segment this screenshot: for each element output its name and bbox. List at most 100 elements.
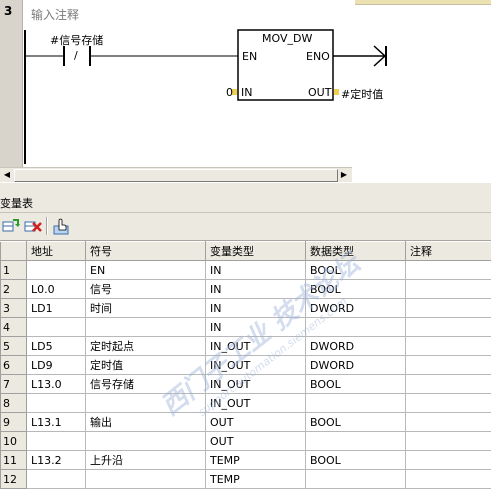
column-header-var-type[interactable]: 变量类型 <box>205 241 306 261</box>
cell-var-type[interactable]: OUT <box>205 431 306 451</box>
delete-row-icon[interactable] <box>24 217 42 235</box>
cell-comment[interactable] <box>405 412 491 432</box>
cell-comment[interactable] <box>405 279 491 299</box>
cell-var-type[interactable]: IN <box>205 298 306 318</box>
cell-comment[interactable] <box>405 469 491 489</box>
cell-comment[interactable] <box>405 260 491 280</box>
cell-symbol[interactable]: 上升沿 <box>85 450 206 470</box>
cell-symbol[interactable]: EN <box>85 260 206 280</box>
column-header-address[interactable]: 地址 <box>26 241 86 261</box>
table-row[interactable]: 6 LD9 定时值 IN_OUT DWORD <box>0 355 491 375</box>
ladder-network-editor[interactable]: 3 输入注释 #信号存储 / MOV_DW EN ENO IN OUT 0 #定… <box>0 0 491 182</box>
cell-symbol[interactable]: 输出 <box>85 412 206 432</box>
cell-symbol[interactable] <box>85 469 206 489</box>
cell-address[interactable] <box>26 317 86 337</box>
scrollbar-thumb[interactable] <box>14 169 338 182</box>
cell-var-type[interactable]: IN <box>205 317 306 337</box>
cell-symbol[interactable]: 定时起点 <box>85 336 206 356</box>
cell-address[interactable] <box>26 393 86 413</box>
cell-comment[interactable] <box>405 298 491 318</box>
cell-address[interactable]: L0.0 <box>26 279 86 299</box>
cell-var-type[interactable]: IN_OUT <box>205 393 306 413</box>
cell-data-type[interactable] <box>305 469 406 489</box>
row-number[interactable]: 4 <box>0 317 27 337</box>
scroll-right-icon[interactable]: ▶ <box>338 169 350 181</box>
cell-symbol[interactable] <box>85 317 206 337</box>
row-number[interactable]: 2 <box>0 279 27 299</box>
table-row[interactable]: 5 LD5 定时起点 IN_OUT DWORD <box>0 336 491 356</box>
cell-address[interactable]: LD1 <box>26 298 86 318</box>
cell-address[interactable] <box>26 431 86 451</box>
table-row[interactable]: 11 L13.2 上升沿 TEMP BOOL <box>0 450 491 470</box>
table-row[interactable]: 2 L0.0 信号 IN BOOL <box>0 279 491 299</box>
table-row[interactable]: 12 TEMP <box>0 469 491 489</box>
cell-symbol[interactable] <box>85 431 206 451</box>
in-operand[interactable]: 0 <box>226 86 233 99</box>
cell-var-type[interactable]: IN <box>205 260 306 280</box>
cell-var-type[interactable]: TEMP <box>205 469 306 489</box>
cell-data-type[interactable]: BOOL <box>305 374 406 394</box>
row-number[interactable]: 5 <box>0 336 27 356</box>
column-header-symbol[interactable]: 符号 <box>85 241 206 261</box>
cell-symbol[interactable] <box>85 393 206 413</box>
cell-address[interactable]: L13.2 <box>26 450 86 470</box>
cell-data-type[interactable] <box>305 393 406 413</box>
cell-symbol[interactable]: 信号 <box>85 279 206 299</box>
cell-data-type[interactable]: DWORD <box>305 336 406 356</box>
cell-var-type[interactable]: OUT <box>205 412 306 432</box>
cell-data-type[interactable] <box>305 317 406 337</box>
table-row[interactable]: 7 L13.0 信号存储 IN_OUT BOOL <box>0 374 491 394</box>
cell-address[interactable]: L13.0 <box>26 374 86 394</box>
contact-variable[interactable]: #信号存储 <box>50 32 103 48</box>
help-hand-icon[interactable] <box>52 217 70 235</box>
table-row[interactable]: 3 LD1 时间 IN DWORD <box>0 298 491 318</box>
cell-symbol[interactable]: 信号存储 <box>85 374 206 394</box>
cell-var-type[interactable]: IN_OUT <box>205 374 306 394</box>
row-number[interactable]: 7 <box>0 374 27 394</box>
cell-comment[interactable] <box>405 336 491 356</box>
cell-comment[interactable] <box>405 374 491 394</box>
cell-data-type[interactable]: BOOL <box>305 260 406 280</box>
row-number[interactable]: 6 <box>0 355 27 375</box>
row-number[interactable]: 8 <box>0 393 27 413</box>
column-header-comment[interactable]: 注释 <box>405 241 491 261</box>
cell-var-type[interactable]: IN_OUT <box>205 336 306 356</box>
cell-symbol[interactable]: 时间 <box>85 298 206 318</box>
cell-data-type[interactable]: DWORD <box>305 355 406 375</box>
row-number[interactable]: 9 <box>0 412 27 432</box>
cell-comment[interactable] <box>405 431 491 451</box>
table-row[interactable]: 1 EN IN BOOL <box>0 260 491 280</box>
column-header-data-type[interactable]: 数据类型 <box>305 241 406 261</box>
horizontal-scrollbar[interactable]: ◀ ▶ <box>0 167 352 182</box>
cell-address[interactable] <box>26 469 86 489</box>
insert-row-icon[interactable] <box>2 217 20 235</box>
cell-comment[interactable] <box>405 393 491 413</box>
cell-comment[interactable] <box>405 355 491 375</box>
cell-var-type[interactable]: IN <box>205 279 306 299</box>
cell-var-type[interactable]: TEMP <box>205 450 306 470</box>
table-row[interactable]: 9 L13.1 输出 OUT BOOL <box>0 412 491 432</box>
row-number[interactable]: 1 <box>0 260 27 280</box>
table-row[interactable]: 8 IN_OUT <box>0 393 491 413</box>
cell-data-type[interactable]: BOOL <box>305 412 406 432</box>
table-row[interactable]: 10 OUT <box>0 431 491 451</box>
cell-address[interactable]: LD5 <box>26 336 86 356</box>
row-number[interactable]: 12 <box>0 469 27 489</box>
scroll-left-icon[interactable]: ◀ <box>1 169 13 181</box>
cell-data-type[interactable]: DWORD <box>305 298 406 318</box>
row-number[interactable]: 10 <box>0 431 27 451</box>
cell-var-type[interactable]: IN_OUT <box>205 355 306 375</box>
out-operand[interactable]: #定时值 <box>341 86 383 102</box>
row-number[interactable]: 11 <box>0 450 27 470</box>
cell-address[interactable]: L13.1 <box>26 412 86 432</box>
cell-address[interactable]: LD9 <box>26 355 86 375</box>
cell-address[interactable] <box>26 260 86 280</box>
cell-data-type[interactable] <box>305 431 406 451</box>
cell-data-type[interactable]: BOOL <box>305 450 406 470</box>
row-number[interactable]: 3 <box>0 298 27 318</box>
cell-comment[interactable] <box>405 317 491 337</box>
cell-comment[interactable] <box>405 450 491 470</box>
table-row[interactable]: 4 IN <box>0 317 491 337</box>
cell-data-type[interactable]: BOOL <box>305 279 406 299</box>
cell-symbol[interactable]: 定时值 <box>85 355 206 375</box>
